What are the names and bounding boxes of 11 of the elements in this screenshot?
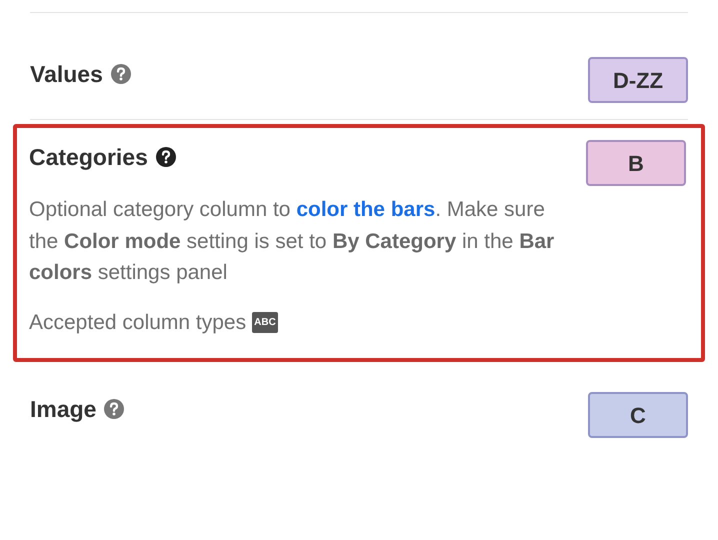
column-badge[interactable]: C: [588, 392, 688, 438]
field-label: Image: [30, 395, 96, 424]
accepted-types-label: Accepted column types: [29, 310, 246, 336]
text-type-icon: ABC: [252, 312, 278, 333]
help-link[interactable]: color the bars: [296, 198, 436, 221]
column-badge[interactable]: B: [586, 140, 686, 186]
column-badge[interactable]: D-ZZ: [588, 57, 688, 103]
field-description: Optional category column to color the bars. Make sure the Color mode setting is set to By Category in the Bar colors settings panel: [29, 197, 556, 286]
help-icon[interactable]: [156, 147, 176, 168]
field-label: Values: [30, 60, 103, 89]
field-label: Categories: [29, 143, 148, 172]
